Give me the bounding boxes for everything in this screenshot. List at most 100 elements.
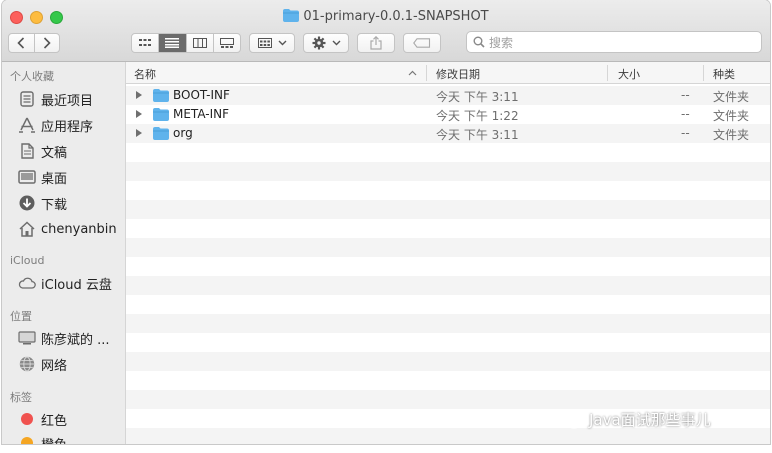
row-stripe bbox=[126, 390, 770, 409]
search-placeholder: 搜索 bbox=[489, 35, 514, 50]
computer-icon bbox=[18, 329, 36, 347]
watermark-text: Java面试那些事儿 bbox=[589, 410, 711, 429]
chevron-down-icon bbox=[332, 40, 340, 46]
sidebar-item-label: 下载 bbox=[41, 197, 68, 213]
gallery-view-icon bbox=[219, 38, 234, 48]
sidebar-item-documents[interactable]: 文稿 bbox=[18, 140, 67, 162]
window-title-text: 01-primary-0.0.1-SNAPSHOT bbox=[303, 9, 489, 24]
nav-buttons bbox=[8, 33, 60, 53]
search-field[interactable]: 搜索 bbox=[466, 31, 762, 53]
sidebar-item-applications[interactable]: 应用程序 bbox=[18, 114, 93, 136]
disclosure-triangle-icon[interactable] bbox=[136, 91, 142, 99]
view-mode-control bbox=[131, 33, 241, 53]
sidebar-heading-icloud: iCloud bbox=[10, 254, 45, 267]
sidebar-item-label: 橙色 bbox=[41, 434, 67, 445]
desktop-icon bbox=[18, 168, 36, 186]
forward-button[interactable] bbox=[35, 34, 60, 52]
folder-icon bbox=[153, 89, 169, 105]
file-name: org bbox=[173, 126, 193, 140]
gallery-view-button[interactable] bbox=[214, 34, 240, 52]
row-stripe bbox=[126, 238, 770, 257]
tag-red-icon bbox=[18, 410, 36, 428]
sidebar-item-tag-red[interactable]: 红色 bbox=[18, 408, 67, 430]
sidebar-item-icloud-drive[interactable]: iCloud 云盘 bbox=[18, 272, 112, 294]
chevron-left-icon bbox=[17, 37, 25, 49]
documents-icon bbox=[18, 142, 36, 160]
sidebar-item-label: 红色 bbox=[41, 413, 68, 429]
sidebar: 个人收藏 最近项目 应用程序 文稿 桌面 下载 chenyanbin iClou… bbox=[2, 62, 126, 444]
share-icon bbox=[370, 36, 382, 50]
folder-icon bbox=[283, 9, 300, 26]
sidebar-heading-locations: 位置 bbox=[10, 310, 32, 323]
finder-window: 01-primary-0.0.1-SNAPSHOT 搜索 个人收藏 最近项目 应… bbox=[2, 0, 770, 444]
sidebar-item-label: 桌面 bbox=[41, 171, 68, 187]
sidebar-item-home[interactable]: chenyanbin bbox=[18, 218, 117, 240]
watermark: Java面试那些事儿 bbox=[557, 408, 711, 430]
home-icon bbox=[18, 220, 36, 238]
recents-icon bbox=[18, 90, 36, 108]
table-row[interactable]: BOOT-INF 今天 下午 3:11 -- 文件夹 bbox=[126, 86, 770, 105]
tag-orange-icon bbox=[18, 434, 36, 444]
column-divider[interactable] bbox=[703, 65, 704, 81]
titlebar: 01-primary-0.0.1-SNAPSHOT 搜索 bbox=[2, 0, 770, 62]
file-kind: 文件夹 bbox=[713, 90, 750, 104]
group-icon bbox=[257, 38, 272, 48]
back-button[interactable] bbox=[9, 34, 35, 52]
file-date: 今天 下午 1:22 bbox=[436, 109, 519, 123]
disclosure-triangle-icon[interactable] bbox=[136, 129, 142, 137]
table-row[interactable]: META-INF 今天 下午 1:22 -- 文件夹 bbox=[126, 105, 770, 124]
search-icon bbox=[473, 36, 485, 48]
file-date: 今天 下午 3:11 bbox=[436, 128, 519, 142]
sidebar-item-label: 应用程序 bbox=[41, 119, 94, 135]
icon-view-button[interactable] bbox=[132, 34, 160, 52]
column-size-header[interactable]: 大小 bbox=[618, 66, 640, 82]
column-date-header[interactable]: 修改日期 bbox=[436, 66, 480, 82]
folder-icon bbox=[153, 127, 169, 143]
row-stripe bbox=[126, 428, 770, 444]
file-kind: 文件夹 bbox=[713, 109, 750, 123]
row-stripe bbox=[126, 276, 770, 295]
sort-ascending-icon bbox=[408, 70, 417, 76]
disclosure-triangle-icon[interactable] bbox=[136, 110, 142, 118]
column-divider[interactable] bbox=[426, 65, 427, 81]
sidebar-item-label: 文稿 bbox=[41, 145, 68, 161]
file-date: 今天 下午 3:11 bbox=[436, 90, 519, 104]
sidebar-item-desktop[interactable]: 桌面 bbox=[18, 166, 67, 188]
applications-icon bbox=[18, 116, 36, 134]
group-by-button[interactable] bbox=[249, 33, 295, 53]
column-view-button[interactable] bbox=[187, 34, 214, 52]
sidebar-item-computer[interactable]: 陈彦斌的 ... bbox=[18, 327, 110, 349]
file-size: -- bbox=[681, 126, 690, 140]
chevron-right-icon bbox=[43, 37, 51, 49]
sidebar-heading-favorites: 个人收藏 bbox=[10, 70, 54, 83]
sidebar-item-label: 最近项目 bbox=[41, 93, 94, 109]
column-name-header[interactable]: 名称 bbox=[134, 66, 156, 82]
file-list: BOOT-INF 今天 下午 3:11 -- 文件夹 META-INF 今天 下… bbox=[126, 84, 770, 444]
file-size: -- bbox=[681, 107, 690, 121]
sidebar-item-label: iCloud 云盘 bbox=[41, 277, 112, 293]
row-stripe bbox=[126, 162, 770, 181]
sidebar-item-tag-orange[interactable]: 橙色 bbox=[18, 432, 67, 444]
downloads-icon bbox=[18, 194, 36, 212]
file-kind: 文件夹 bbox=[713, 128, 750, 142]
column-kind-header[interactable]: 种类 bbox=[713, 66, 735, 82]
share-button[interactable] bbox=[357, 33, 395, 53]
sidebar-item-downloads[interactable]: 下载 bbox=[18, 192, 67, 214]
folder-icon bbox=[153, 108, 169, 124]
row-stripe bbox=[126, 200, 770, 219]
file-name: BOOT-INF bbox=[173, 88, 230, 102]
list-view-button[interactable] bbox=[159, 34, 187, 52]
table-row[interactable]: org 今天 下午 3:11 -- 文件夹 bbox=[126, 124, 770, 143]
list-view-icon bbox=[165, 38, 180, 48]
network-icon bbox=[18, 355, 36, 373]
action-button[interactable] bbox=[303, 33, 349, 53]
file-size: -- bbox=[681, 88, 690, 102]
sidebar-item-recents[interactable]: 最近项目 bbox=[18, 88, 93, 110]
sidebar-item-network[interactable]: 网络 bbox=[18, 353, 67, 375]
icloud-icon bbox=[18, 274, 36, 292]
chevron-down-icon bbox=[278, 40, 286, 46]
gear-icon bbox=[312, 36, 325, 50]
sidebar-heading-tags: 标签 bbox=[10, 391, 32, 404]
column-divider[interactable] bbox=[607, 65, 608, 81]
edit-tags-button[interactable] bbox=[403, 33, 441, 53]
